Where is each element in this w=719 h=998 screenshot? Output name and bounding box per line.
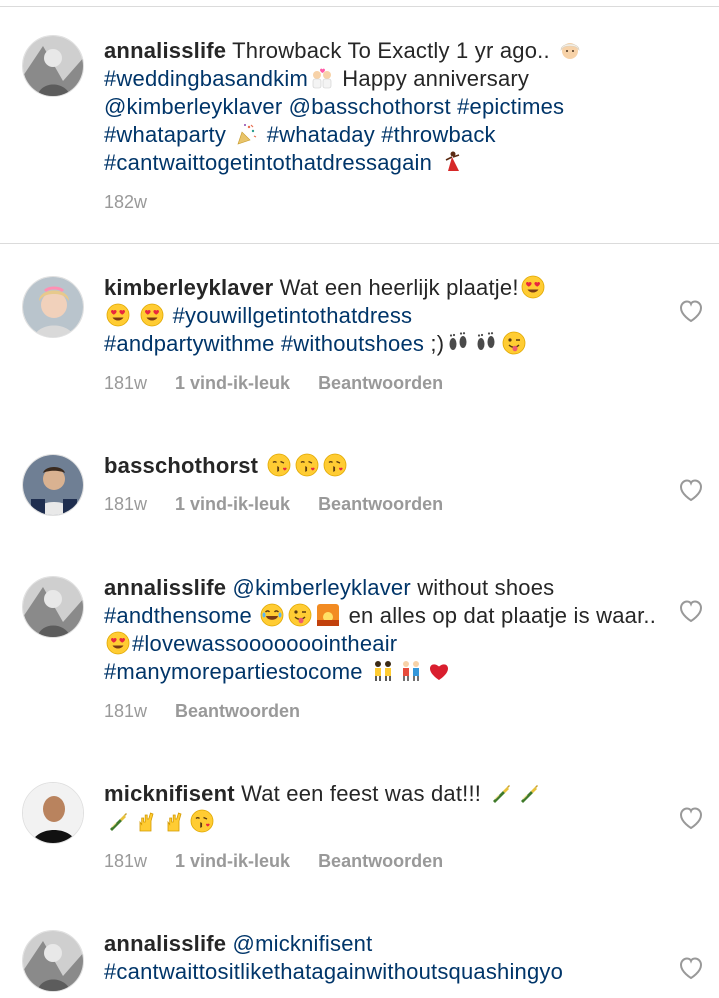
wink-tongue-emoji-icon — [502, 331, 527, 355]
comment-username[interactable]: annalisslife — [104, 931, 226, 956]
kiss-emoji-icon — [294, 453, 319, 477]
mention-basschothorst[interactable]: @basschothorst — [289, 94, 451, 119]
top-divider — [0, 6, 719, 7]
avatar-kimberleyklaver[interactable] — [22, 276, 84, 338]
heart-eyes-emoji-icon — [106, 631, 130, 655]
hashtag-andpartywithme[interactable]: #andpartywithme — [104, 331, 275, 356]
comment-text-2: ;) — [430, 331, 445, 356]
mention-kimberleyklaver[interactable]: @kimberleyklaver — [233, 575, 411, 600]
comment-meta: 181w 1 vind-ik-leuk Beantwoorden — [104, 494, 443, 515]
hashtag-manymorepartiestocome[interactable]: #manymorepartiestocome — [104, 659, 363, 684]
avatar-basschothorst[interactable] — [22, 454, 84, 516]
caption-meta: 182w — [104, 192, 147, 213]
reply-link[interactable]: Beantwoorden — [175, 701, 300, 721]
heart-eyes-emoji-icon — [521, 275, 545, 299]
comment-username[interactable]: kimberleyklaver — [104, 275, 273, 300]
comment-username[interactable]: micknifisent — [104, 781, 235, 806]
heart-eyes-emoji-icon — [140, 303, 164, 327]
kiss-emoji-icon — [322, 453, 347, 477]
avatar-annalisslife[interactable] — [22, 35, 84, 97]
hashtag-epictimes[interactable]: #epictimes — [457, 94, 564, 119]
caption-divider — [0, 243, 719, 244]
heart-outline-icon[interactable] — [678, 599, 704, 623]
hashtag-lovewassooooooointheair[interactable]: #lovewassooooooointheair — [132, 631, 397, 656]
rock-on-hand-emoji-icon — [139, 812, 154, 832]
heart-outline-icon[interactable] — [678, 956, 704, 980]
mention-kimberleyklaver[interactable]: @kimberleyklaver — [104, 94, 282, 119]
hashtag-withoutshoes[interactable]: #withoutshoes — [281, 331, 424, 356]
hashtag-cantwaittositlikethatagainwithoutsquashingyo[interactable]: #cantwaittositlikethatagainwithoutsquash… — [104, 959, 563, 984]
reply-link[interactable]: Beantwoorden — [318, 494, 443, 514]
couple-holding-hands-emoji-icon — [402, 660, 420, 682]
comment-text-2: en alles op dat plaatje is waar.. — [348, 603, 657, 628]
footprints-emoji-icon — [477, 332, 495, 350]
comment-username[interactable]: basschothorst — [104, 453, 258, 478]
champagne-bottle-emoji-icon — [492, 784, 512, 804]
comment-text: annalisslife @micknifisent #cantwaittosi… — [104, 930, 644, 986]
caption-text: annalisslife Throwback To Exactly 1 yr a… — [104, 37, 664, 177]
comment-timestamp: 181w — [104, 494, 148, 514]
comment-meta: 181w 1 vind-ik-leuk Beantwoorden — [104, 373, 443, 394]
confetti-emoji-icon — [237, 123, 257, 145]
avatar-annalisslife[interactable] — [22, 930, 84, 992]
hashtag-throwback[interactable]: #throwback — [381, 122, 496, 147]
laughing-emoji-icon — [260, 603, 284, 627]
heart-eyes-emoji-icon — [106, 303, 130, 327]
dancers-emoji-icon — [374, 660, 392, 682]
comment-timestamp: 181w — [104, 701, 148, 721]
footprints-emoji-icon — [449, 332, 467, 350]
comment-meta: 181w 1 vind-ik-leuk Beantwoorden — [104, 851, 443, 872]
like-count-link[interactable]: 1 vind-ik-leuk — [175, 851, 290, 871]
hashtag-cantwaittogetintothatdressagain[interactable]: #cantwaittogetintothatdressagain — [104, 150, 432, 175]
red-heart-emoji-icon — [430, 664, 449, 680]
champagne-bottle-emoji-icon — [520, 784, 540, 804]
hashtag-youwillgetintothatdress[interactable]: #youwillgetintothatdress — [173, 303, 413, 328]
comment-timestamp: 181w — [104, 373, 148, 393]
kiss-emoji-icon — [266, 453, 291, 477]
dancer-emoji-icon — [445, 150, 461, 172]
caption-timestamp: 182w — [104, 192, 148, 212]
comment-text: kimberleyklaver Wat een heerlijk plaatje… — [104, 274, 664, 358]
comment-text: micknifisent Wat een feest was dat!!! — [104, 780, 664, 836]
comment-timestamp: 181w — [104, 851, 148, 871]
like-count-link[interactable]: 1 vind-ik-leuk — [175, 373, 290, 393]
caption-text-2: Happy anniversary — [342, 66, 530, 91]
comment-meta: 181w Beantwoorden — [104, 701, 300, 722]
comment-text: annalisslife @kimberleyklaver without sh… — [104, 574, 664, 686]
hashtag-andthensome[interactable]: #andthensome — [104, 603, 252, 628]
hashtag-whataday[interactable]: #whataday — [267, 122, 375, 147]
couple-kiss-emoji-icon — [312, 68, 332, 89]
sunset-emoji-icon — [317, 604, 340, 626]
bride-emoji-icon — [560, 42, 580, 60]
rock-on-hand-emoji-icon — [167, 812, 182, 832]
heart-outline-icon[interactable] — [678, 806, 704, 830]
caption-username[interactable]: annalisslife — [104, 38, 226, 63]
mention-micknifisent[interactable]: @micknifisent — [233, 931, 373, 956]
comment-text-1: without shoes — [417, 575, 555, 600]
kiss-emoji-icon — [190, 809, 214, 833]
hashtag-weddingbasandkim[interactable]: #weddingbasandkim — [104, 66, 308, 91]
avatar-annalisslife[interactable] — [22, 576, 84, 638]
hashtag-whataparty[interactable]: #whataparty — [104, 122, 226, 147]
heart-outline-icon[interactable] — [678, 299, 704, 323]
heart-outline-icon[interactable] — [678, 478, 704, 502]
wink-tongue-emoji-icon — [288, 603, 313, 627]
champagne-bottle-emoji-icon — [109, 812, 128, 832]
comment-text-1: Wat een heerlijk plaatje! — [279, 275, 519, 300]
comment-username[interactable]: annalisslife — [104, 575, 226, 600]
avatar-micknifisent[interactable] — [22, 782, 84, 844]
caption-text-1: Throwback To Exactly 1 yr ago.. — [232, 38, 550, 63]
comment-text: basschothorst — [104, 452, 664, 480]
reply-link[interactable]: Beantwoorden — [318, 851, 443, 871]
like-count-link[interactable]: 1 vind-ik-leuk — [175, 494, 290, 514]
reply-link[interactable]: Beantwoorden — [318, 373, 443, 393]
comment-text-1: Wat een feest was dat!!! — [241, 781, 482, 806]
